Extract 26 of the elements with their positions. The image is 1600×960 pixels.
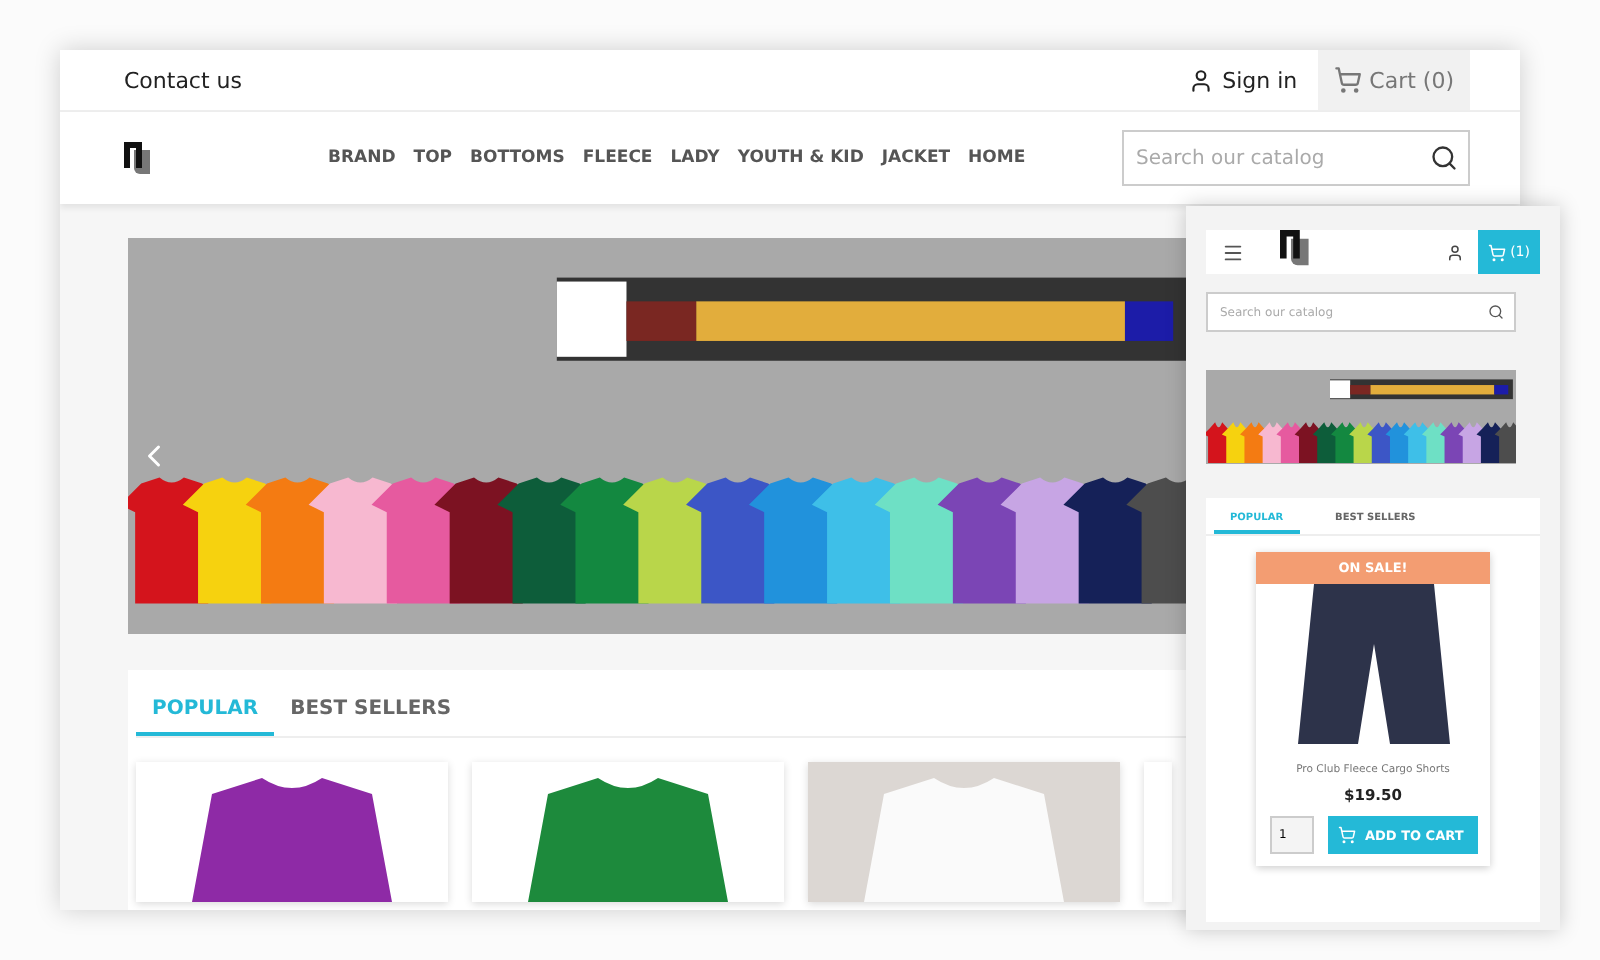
cart-icon <box>1337 826 1355 844</box>
nav-link[interactable]: YOUTH & KID <box>737 148 864 168</box>
cart-icon <box>1333 66 1362 94</box>
search-icon[interactable] <box>1488 304 1504 320</box>
nav-link[interactable]: FLEECE <box>582 148 653 168</box>
search-field[interactable]: Search our catalog <box>1122 130 1470 186</box>
search-icon[interactable] <box>1430 144 1458 172</box>
nav-link[interactable]: JACKET <box>881 148 951 168</box>
nav-link[interactable]: TOP <box>413 148 453 168</box>
user-icon[interactable] <box>1446 243 1465 261</box>
menu-icon[interactable] <box>1222 241 1244 263</box>
contact-link[interactable]: Contact us <box>124 67 242 93</box>
logo-icon <box>124 141 152 175</box>
user-icon <box>1188 67 1215 93</box>
product-image[interactable] <box>472 762 784 902</box>
nav-link[interactable]: LADY <box>670 148 720 168</box>
nav-link[interactable]: HOME <box>968 148 1026 168</box>
cart-link[interactable]: Cart (0) <box>1317 50 1470 110</box>
nav-link[interactable]: BRAND <box>328 148 396 168</box>
product-image[interactable] <box>136 762 448 902</box>
nav-link[interactable]: BOTTOMS <box>470 148 565 168</box>
logo-icon <box>1280 229 1311 267</box>
cart-icon <box>1488 243 1507 261</box>
sign-in-link[interactable]: Sign in <box>1188 67 1298 93</box>
shorts-image[interactable] <box>1297 584 1449 744</box>
tab[interactable]: BEST SELLERS <box>274 686 468 736</box>
